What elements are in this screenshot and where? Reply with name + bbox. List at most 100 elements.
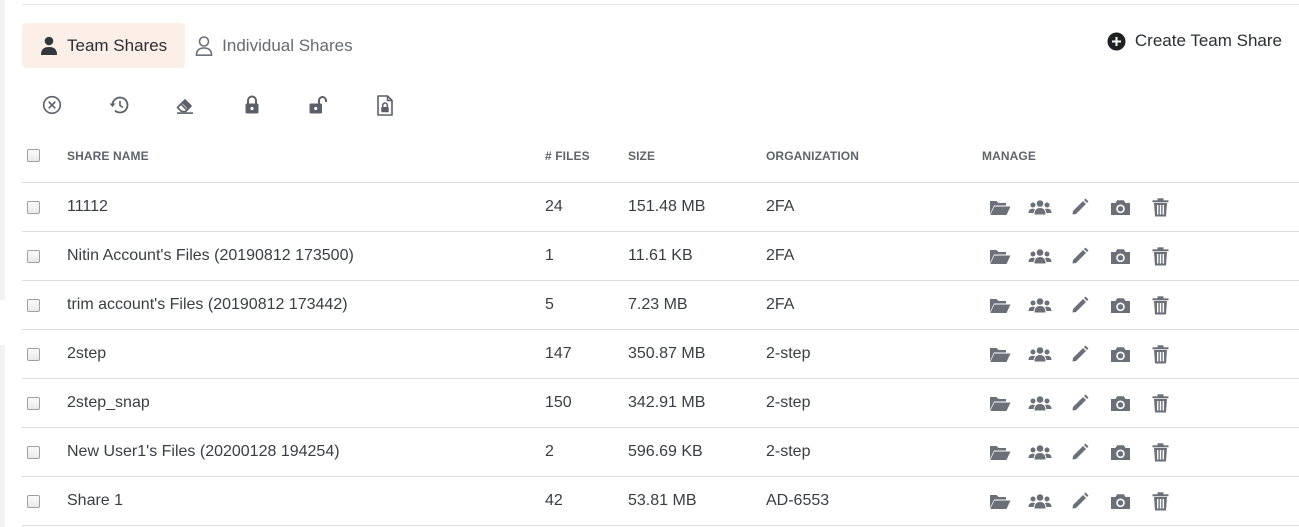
row-checkbox[interactable]: [27, 347, 40, 361]
tab-team-shares[interactable]: Team Shares: [22, 23, 186, 68]
manage-actions: [982, 440, 1188, 464]
manage-actions: [982, 489, 1188, 513]
tab-team-shares-label: Team Shares: [67, 35, 168, 55]
row-checkbox[interactable]: [27, 298, 40, 312]
trash-icon[interactable]: [1148, 244, 1172, 268]
share-name[interactable]: trim account's Files (20190812 173442): [67, 296, 545, 314]
plus-circle-icon: [1107, 32, 1126, 50]
row-checkbox[interactable]: [27, 494, 40, 508]
share-name[interactable]: New User1's Files (20200128 194254): [67, 443, 545, 461]
organization: 2FA: [766, 198, 795, 215]
pencil-icon[interactable]: [1068, 391, 1092, 415]
share-tabs: Team Shares Individual Shares: [22, 23, 371, 68]
row-checkbox[interactable]: [27, 249, 40, 263]
header-size[interactable]: SIZE: [628, 149, 766, 163]
create-team-share-button[interactable]: Create Team Share: [1107, 31, 1282, 51]
folder-open-icon[interactable]: [988, 195, 1012, 219]
select-all-checkbox[interactable]: [27, 149, 40, 162]
folder-open-icon[interactable]: [988, 391, 1012, 415]
trash-icon[interactable]: [1148, 342, 1172, 366]
table-row[interactable]: trim account's Files (20190812 173442) 5…: [22, 281, 1299, 330]
camera-icon[interactable]: [1108, 489, 1132, 513]
file-count: 42: [545, 492, 563, 509]
share-name[interactable]: 2step_snap: [67, 394, 545, 412]
pencil-icon[interactable]: [1068, 195, 1092, 219]
left-edge: [0, 345, 5, 527]
file-count: 147: [545, 345, 572, 362]
bulk-toolbar: [41, 94, 440, 116]
manage-actions: [982, 293, 1188, 317]
folder-open-icon[interactable]: [988, 244, 1012, 268]
row-checkbox[interactable]: [27, 445, 40, 459]
file-count: 24: [545, 198, 563, 215]
table-row[interactable]: 2step_snap 150 342.91 MB 2-step: [22, 379, 1299, 428]
table-row[interactable]: 11112 24 151.48 MB 2FA: [22, 183, 1299, 232]
camera-icon[interactable]: [1108, 342, 1132, 366]
trash-icon[interactable]: [1148, 195, 1172, 219]
pencil-icon[interactable]: [1068, 489, 1092, 513]
camera-icon[interactable]: [1108, 391, 1132, 415]
share-size: 596.69 KB: [628, 443, 703, 460]
manage-actions: [982, 195, 1188, 219]
table-row[interactable]: New User1's Files (20200128 194254) 2 59…: [22, 428, 1299, 477]
share-name[interactable]: Nitin Account's Files (20190812 173500): [67, 247, 545, 265]
share-size: 53.81 MB: [628, 492, 697, 509]
manage-actions: [982, 244, 1188, 268]
table-header: SHARE NAME # FILES SIZE ORGANIZATION MAN…: [22, 133, 1299, 183]
pencil-icon[interactable]: [1068, 293, 1092, 317]
camera-icon[interactable]: [1108, 440, 1132, 464]
create-team-share-label: Create Team Share: [1134, 31, 1282, 50]
header-files[interactable]: # FILES: [545, 149, 628, 163]
table-row[interactable]: Share 1 42 53.81 MB AD-6553: [22, 477, 1299, 526]
folder-open-icon[interactable]: [988, 293, 1012, 317]
users-icon[interactable]: [1028, 489, 1052, 513]
file-count: 1: [545, 247, 554, 264]
history-icon[interactable]: [108, 94, 130, 116]
camera-icon[interactable]: [1108, 293, 1132, 317]
manage-actions: [982, 342, 1188, 366]
unlock-icon[interactable]: [307, 94, 329, 116]
shares-table: SHARE NAME # FILES SIZE ORGANIZATION MAN…: [22, 133, 1299, 526]
trash-icon[interactable]: [1148, 391, 1172, 415]
pencil-icon[interactable]: [1068, 342, 1092, 366]
user-solid-icon: [41, 36, 57, 55]
table-row[interactable]: Nitin Account's Files (20190812 173500) …: [22, 232, 1299, 281]
camera-icon[interactable]: [1108, 244, 1132, 268]
organization: 2-step: [766, 394, 811, 411]
cancel-icon[interactable]: [41, 94, 63, 116]
tab-individual-shares[interactable]: Individual Shares: [191, 23, 370, 68]
lock-icon[interactable]: [241, 94, 263, 116]
users-icon[interactable]: [1028, 195, 1052, 219]
row-checkbox[interactable]: [27, 396, 40, 410]
share-name[interactable]: 2step: [67, 345, 545, 363]
row-checkbox[interactable]: [27, 200, 40, 214]
share-size: 350.87 MB: [628, 345, 706, 362]
camera-icon[interactable]: [1108, 195, 1132, 219]
share-size: 342.91 MB: [628, 394, 706, 411]
pencil-icon[interactable]: [1068, 440, 1092, 464]
users-icon[interactable]: [1028, 293, 1052, 317]
trash-icon[interactable]: [1148, 293, 1172, 317]
share-size: 11.61 KB: [628, 247, 693, 264]
users-icon[interactable]: [1028, 342, 1052, 366]
table-row[interactable]: 2step 147 350.87 MB 2-step: [22, 330, 1299, 379]
user-outline-icon: [195, 35, 213, 56]
folder-open-icon[interactable]: [988, 342, 1012, 366]
tab-individual-shares-label: Individual Shares: [222, 35, 353, 55]
users-icon[interactable]: [1028, 440, 1052, 464]
eraser-icon[interactable]: [174, 94, 196, 116]
users-icon[interactable]: [1028, 391, 1052, 415]
users-icon[interactable]: [1028, 244, 1052, 268]
trash-icon[interactable]: [1148, 489, 1172, 513]
share-name[interactable]: 11112: [67, 198, 545, 216]
folder-open-icon[interactable]: [988, 440, 1012, 464]
trash-icon[interactable]: [1148, 440, 1172, 464]
pencil-icon[interactable]: [1068, 244, 1092, 268]
header-share-name[interactable]: SHARE NAME: [67, 149, 545, 163]
header-organization[interactable]: ORGANIZATION: [766, 149, 982, 163]
share-name[interactable]: Share 1: [67, 492, 545, 510]
file-count: 5: [545, 296, 554, 313]
manage-actions: [982, 391, 1188, 415]
folder-open-icon[interactable]: [988, 489, 1012, 513]
file-lock-icon[interactable]: [374, 94, 396, 116]
